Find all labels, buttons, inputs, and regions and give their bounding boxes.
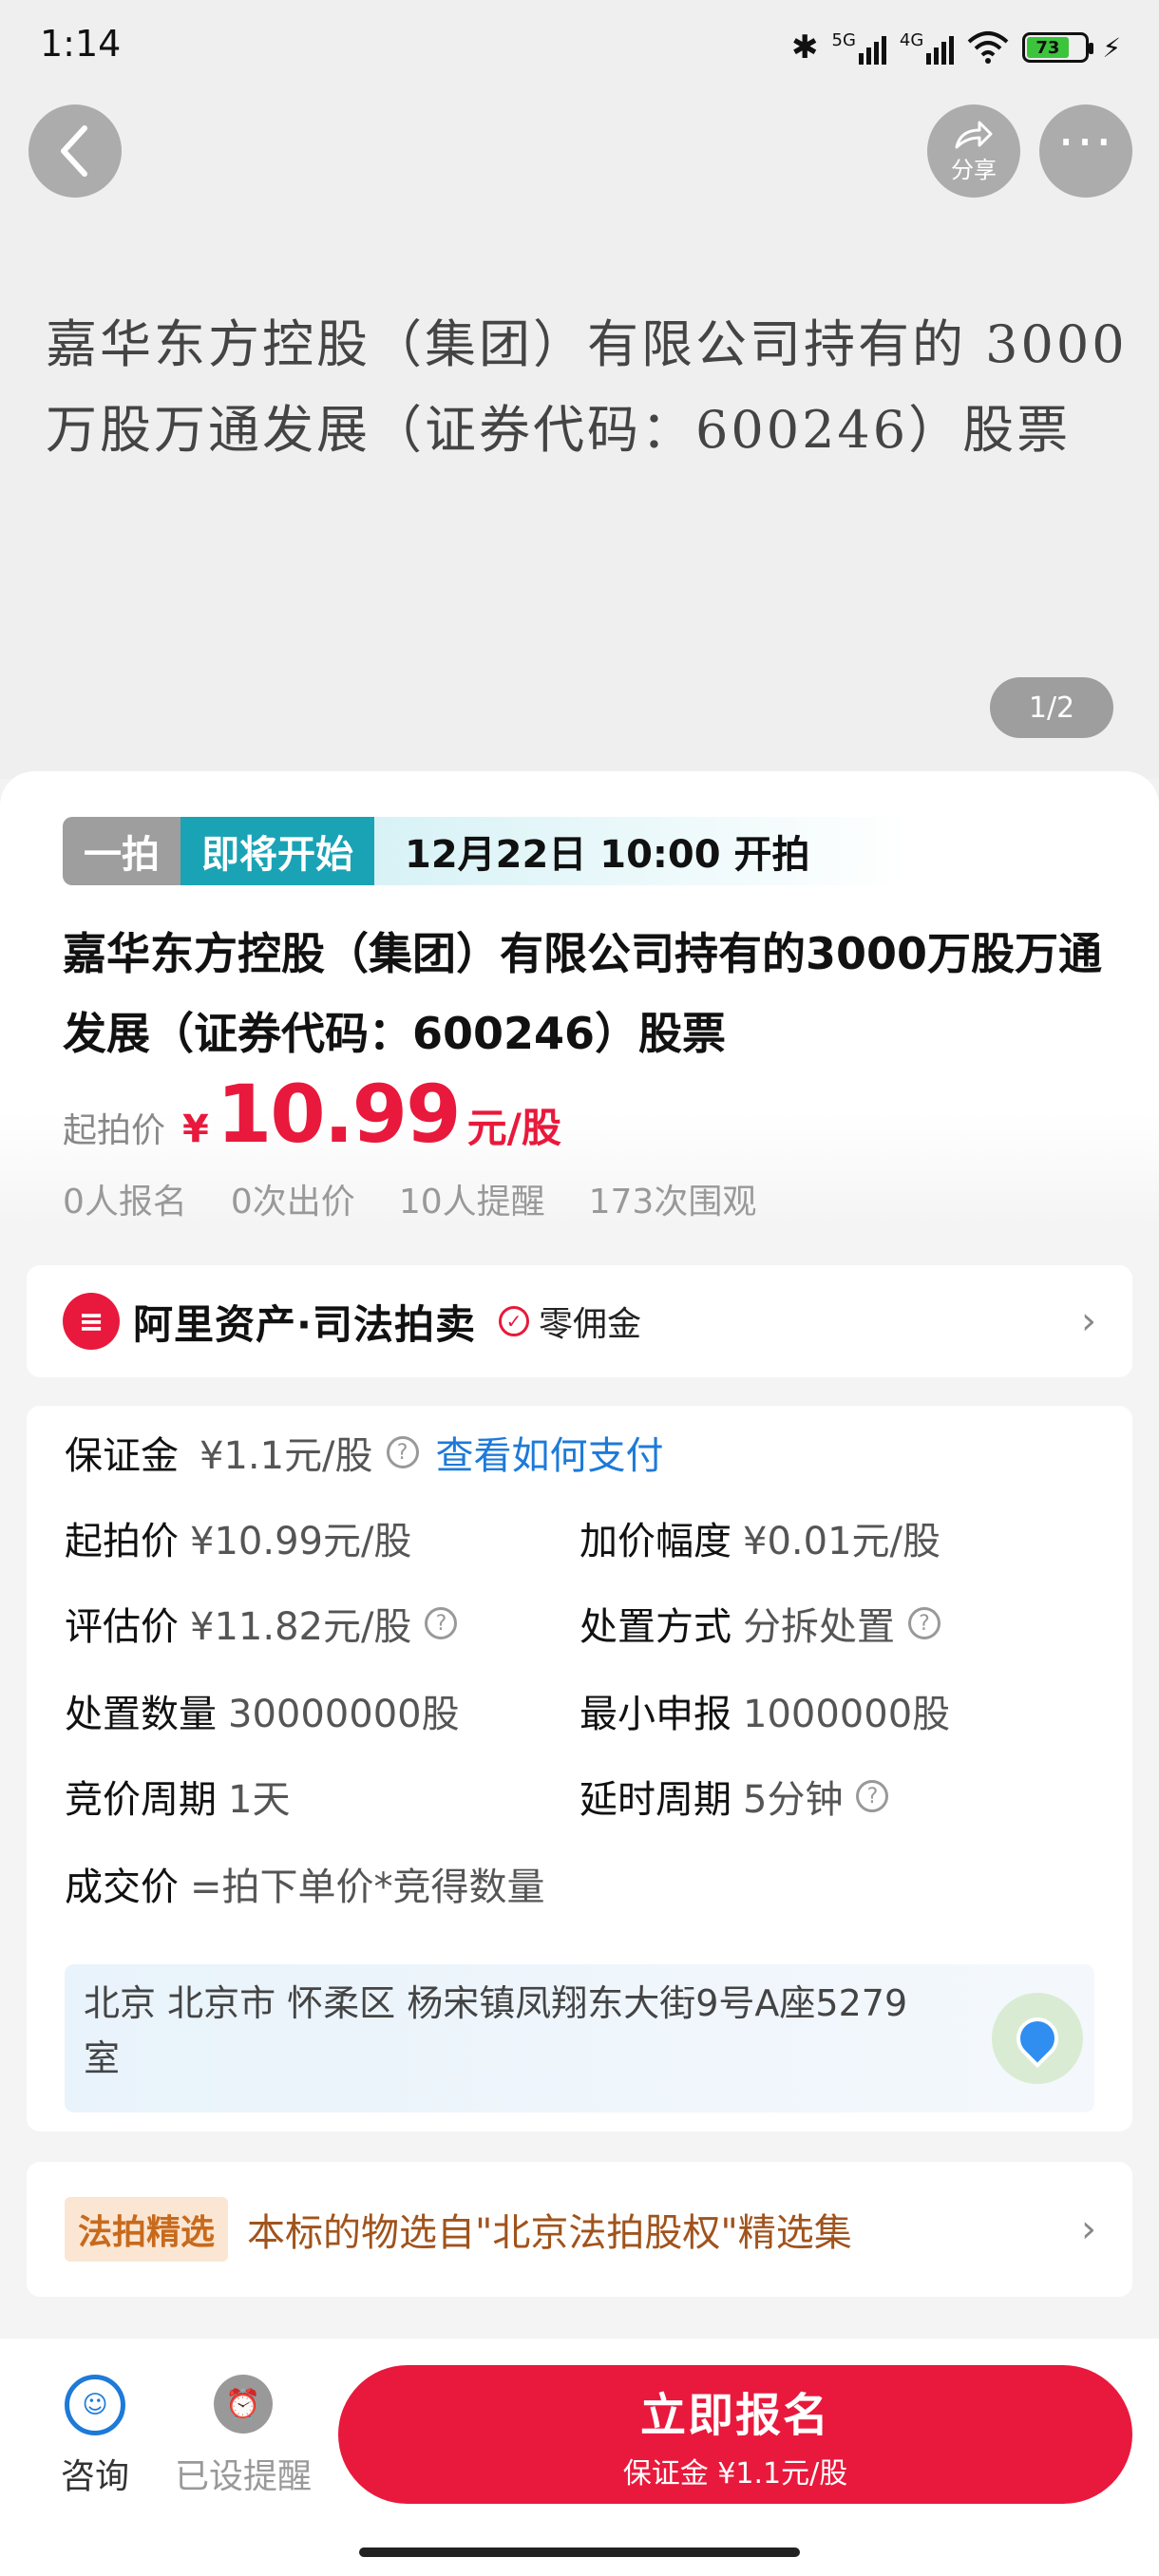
curated-collection-card[interactable]: 法拍精选 本标的物选自"北京法拍股权"精选集 › — [27, 2162, 1132, 2297]
status-icons: ✱ 5G 4G 73 ⚡ — [791, 27, 1121, 68]
signup-deposit-label: 保证金 ¥1.1元/股 — [622, 2457, 848, 2491]
help-icon[interactable]: ? — [908, 1607, 940, 1639]
method-label: 处置方式 — [580, 1605, 732, 1649]
how-to-pay-link[interactable]: 查看如何支付 — [436, 1425, 664, 1480]
map-pin-icon[interactable] — [992, 1993, 1083, 2084]
deal-price-value: =拍下单价*竞得数量 — [190, 1866, 545, 1909]
curated-text: 本标的物选自"北京法拍股权"精选集 — [247, 2211, 852, 2255]
zero-fee-badge: ✓ 零佣金 — [498, 1297, 641, 1346]
deposit-row: 保证金 ¥1.1元/股 ? 查看如何支付 — [65, 1425, 664, 1480]
deposit-label: 保证金 — [65, 1434, 179, 1478]
bluetooth-icon: ✱ — [791, 28, 819, 66]
start-time: 12月22日 10:00 开拍 — [374, 817, 906, 885]
help-icon[interactable]: ? — [386, 1436, 419, 1468]
signup-label: 立即报名 — [639, 2389, 830, 2442]
cycle-label: 竞价周期 — [65, 1778, 217, 1822]
min-bid-value: 1000000股 — [743, 1693, 951, 1736]
status-time: 1:14 — [40, 23, 122, 65]
auction-tag-row: 一拍 即将开始 12月22日 10:00 开拍 — [63, 817, 906, 885]
chevron-left-icon — [61, 125, 87, 177]
check-circle-icon: ✓ — [498, 1306, 529, 1336]
round-tag: 一拍 — [63, 817, 180, 885]
start-price-label: 起拍价 — [65, 1520, 179, 1563]
starting-price: 起拍价 ¥ 10.99 元/股 — [63, 1068, 561, 1161]
deal-price-label: 成交价 — [65, 1866, 179, 1909]
brand-name: 阿里资产·司法拍卖 — [133, 1300, 476, 1348]
alarm-clock-icon: ⏰ — [214, 2375, 273, 2434]
method-row: 处置方式 分拆处置 ? — [580, 1596, 940, 1651]
zero-fee-label: 零佣金 — [538, 1305, 641, 1344]
home-indicator[interactable] — [359, 2548, 800, 2557]
quantity-label: 处置数量 — [65, 1693, 217, 1736]
reminder-button[interactable]: ⏰ 已设提醒 — [167, 2375, 319, 2498]
back-button[interactable] — [28, 104, 122, 198]
signal-4g-icon: 4G — [900, 30, 955, 65]
increment-row: 加价幅度 ¥0.01元/股 — [580, 1510, 940, 1565]
auction-details-card: 保证金 ¥1.1元/股 ? 查看如何支付 起拍价 ¥10.99元/股 加价幅度 … — [27, 1406, 1132, 2131]
delay-row: 延时周期 5分钟 ? — [580, 1769, 889, 1824]
more-icon: ··· — [1057, 111, 1114, 174]
share-icon — [955, 121, 993, 148]
auction-stats: 0人报名 0次出价 10人提醒 173次围观 — [63, 1174, 756, 1223]
status-tag: 即将开始 — [180, 817, 374, 885]
stat-views: 173次围观 — [588, 1183, 757, 1222]
price-value: 10.99 — [216, 1068, 462, 1161]
min-bid-row: 最小申报 1000000股 — [580, 1683, 950, 1738]
delay-label: 延时周期 — [580, 1778, 732, 1822]
deposit-value: ¥1.1元/股 — [200, 1434, 373, 1478]
headset-icon: ☺ — [65, 2375, 125, 2435]
banner-text-line-2: 万股万通发展（证券代码：600246）股票 — [46, 400, 1072, 460]
quantity-row: 处置数量 30000000股 — [65, 1683, 460, 1738]
chevron-right-icon: › — [1081, 1299, 1096, 1343]
delay-value: 5分钟 — [743, 1778, 844, 1822]
banner-text-line-1: 嘉华东方控股（集团）有限公司持有的 3000 — [46, 314, 1128, 374]
min-bid-label: 最小申报 — [580, 1693, 732, 1736]
wifi-icon — [967, 31, 1009, 64]
price-unit: 元/股 — [466, 1105, 561, 1151]
price-currency: ¥ — [182, 1108, 209, 1151]
ali-assets-logo-icon: ≡ — [63, 1293, 120, 1350]
consult-button[interactable]: ☺ 咨询 — [55, 2375, 135, 2498]
banner-text: 嘉华东方控股（集团）有限公司持有的 3000 万股万通发展（证券代码：60024… — [46, 302, 1129, 473]
image-page-indicator: 1/2 — [990, 677, 1113, 738]
method-value: 分拆处置 — [743, 1605, 895, 1649]
share-button[interactable]: 分享 — [927, 104, 1020, 198]
address-text: 北京 北京市 怀柔区 杨宋镇凤翔东大街9号A座5279室 — [84, 1982, 908, 2079]
stat-reminders: 10人提醒 — [398, 1183, 545, 1222]
chevron-right-icon: › — [1081, 2207, 1096, 2251]
help-icon[interactable]: ? — [856, 1780, 889, 1812]
signal-5g-icon: 5G — [832, 30, 886, 65]
stat-signups: 0人报名 — [63, 1183, 187, 1222]
appraisal-label: 评估价 — [65, 1605, 179, 1649]
cycle-value: 1天 — [228, 1778, 291, 1822]
curated-tag: 法拍精选 — [65, 2197, 229, 2262]
deal-price-row: 成交价 =拍下单价*竞得数量 — [65, 1856, 545, 1911]
battery-icon: 73 — [1022, 32, 1094, 63]
stat-bids: 0次出价 — [230, 1183, 355, 1222]
charging-icon: ⚡ — [1102, 31, 1121, 64]
start-price-row: 起拍价 ¥10.99元/股 — [65, 1510, 411, 1565]
signup-button[interactable]: 立即报名 保证金 ¥1.1元/股 — [338, 2365, 1132, 2504]
auction-title: 嘉华东方控股（集团）有限公司持有的3000万股万通发展（证券代码：600246）… — [63, 928, 1103, 1059]
reminder-label: 已设提醒 — [174, 2457, 312, 2496]
price-label: 起拍价 — [63, 1111, 166, 1150]
quantity-value: 30000000股 — [228, 1693, 460, 1736]
appraisal-value: ¥11.82元/股 — [190, 1605, 412, 1649]
start-price-value: ¥10.99元/股 — [190, 1520, 412, 1563]
cycle-row: 竞价周期 1天 — [65, 1769, 290, 1824]
increment-label: 加价幅度 — [580, 1520, 732, 1563]
share-label: 分享 — [951, 156, 997, 183]
increment-value: ¥0.01元/股 — [743, 1520, 940, 1563]
help-icon[interactable]: ? — [425, 1607, 458, 1639]
more-button[interactable]: ··· — [1039, 104, 1132, 198]
appraisal-row: 评估价 ¥11.82元/股 ? — [65, 1596, 458, 1651]
brand-card[interactable]: ≡ 阿里资产·司法拍卖 ✓ 零佣金 › — [27, 1265, 1132, 1377]
consult-label: 咨询 — [60, 2457, 129, 2496]
